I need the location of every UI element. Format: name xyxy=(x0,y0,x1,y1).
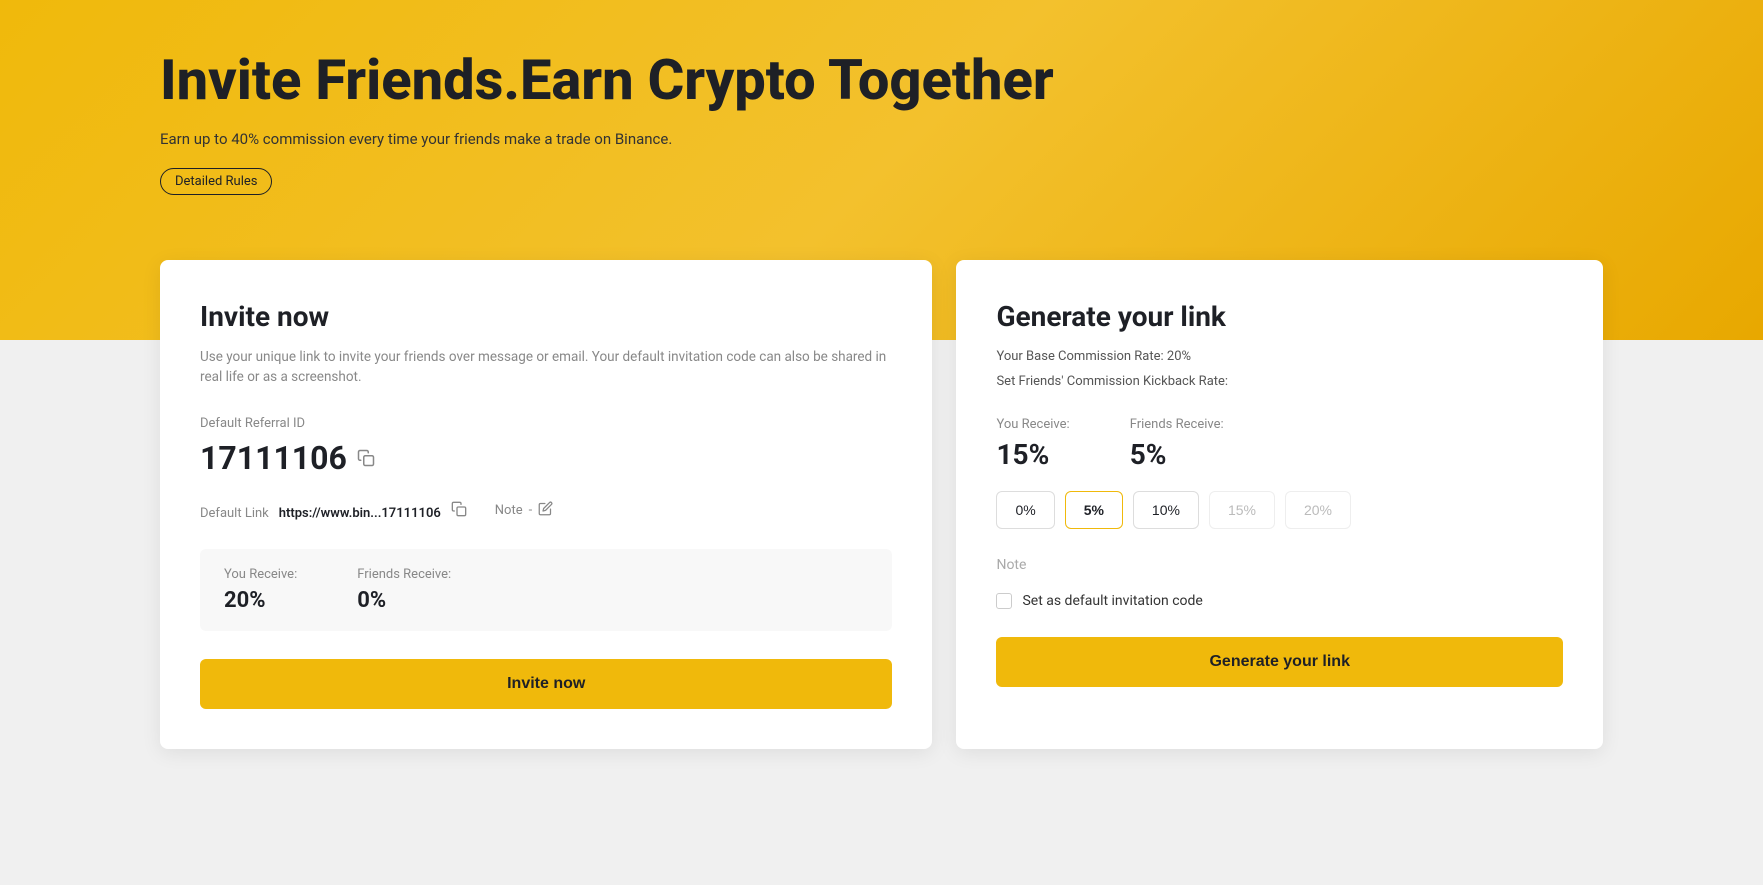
generate-link-button[interactable]: Generate your link xyxy=(996,637,1563,687)
hero-subtitle: Earn up to 40% commission every time you… xyxy=(160,130,1603,148)
default-code-row: Set as default invitation code xyxy=(996,593,1563,609)
friends-receive-label: Friends Receive: xyxy=(357,567,451,582)
hero-title: Invite Friends.Earn Crypto Together xyxy=(160,50,1603,112)
receive-section: You Receive: 15% Friends Receive: 5% xyxy=(996,417,1563,471)
rate-btn-15: 15% xyxy=(1209,491,1275,529)
you-receive-col: You Receive: 20% xyxy=(224,567,297,613)
note-row: Note - xyxy=(495,501,553,520)
gen-you-receive-col: You Receive: 15% xyxy=(996,417,1069,471)
generate-card: Generate your link Your Base Commission … xyxy=(956,260,1603,749)
rate-btn-20: 20% xyxy=(1285,491,1351,529)
gen-friends-receive-label: Friends Receive: xyxy=(1130,417,1224,432)
rate-btn-5[interactable]: 5% xyxy=(1065,491,1123,529)
default-link-label: Default Link xyxy=(200,506,269,521)
commission-box: You Receive: 20% Friends Receive: 0% xyxy=(200,549,892,631)
invite-now-button[interactable]: Invite now xyxy=(200,659,892,709)
detailed-rules-button[interactable]: Detailed Rules xyxy=(160,168,272,195)
invite-card-title: Invite now xyxy=(200,300,892,333)
invite-card: Invite now Use your unique link to invit… xyxy=(160,260,932,749)
page-wrapper: Invite Friends.Earn Crypto Together Earn… xyxy=(0,0,1763,885)
note-label: Note xyxy=(495,503,523,518)
link-section: Default Link https://www.bin...17111106 xyxy=(200,501,467,521)
default-link-value: https://www.bin...17111106 xyxy=(279,506,441,521)
link-row: Default Link https://www.bin...17111106 … xyxy=(200,501,892,521)
rate-buttons-group: 0% 5% 10% 15% 20% xyxy=(996,491,1563,529)
link-copy-icon[interactable] xyxy=(451,505,467,521)
note-section-label: Note xyxy=(996,557,1563,573)
default-referral-id-label: Default Referral ID xyxy=(200,416,892,431)
note-edit-icon[interactable] xyxy=(538,501,553,520)
cards-section: Invite now Use your unique link to invit… xyxy=(0,260,1763,749)
default-code-checkbox[interactable] xyxy=(996,593,1012,609)
gen-friends-receive-col: Friends Receive: 5% xyxy=(1130,417,1224,471)
friends-receive-value: 0% xyxy=(357,588,451,613)
note-separator: - xyxy=(529,503,533,518)
you-receive-value: 20% xyxy=(224,588,297,613)
referral-id-copy-icon[interactable] xyxy=(357,449,375,467)
friends-receive-col: Friends Receive: 0% xyxy=(357,567,451,613)
gen-friends-receive-value: 5% xyxy=(1130,438,1224,471)
referral-id-value: 17111106 xyxy=(200,439,347,477)
gen-you-receive-label: You Receive: xyxy=(996,417,1069,432)
base-commission-line2: Set Friends' Commission Kickback Rate: xyxy=(996,372,1563,393)
default-code-label: Set as default invitation code xyxy=(1022,593,1202,609)
rate-btn-0[interactable]: 0% xyxy=(996,491,1054,529)
you-receive-label: You Receive: xyxy=(224,567,297,582)
base-commission-line1: Your Base Commission Rate: 20% xyxy=(996,347,1563,368)
rate-btn-10[interactable]: 10% xyxy=(1133,491,1199,529)
referral-id-row: 17111106 xyxy=(200,439,892,477)
invite-card-description: Use your unique link to invite your frie… xyxy=(200,347,892,388)
generate-card-title: Generate your link xyxy=(996,300,1563,333)
gen-you-receive-value: 15% xyxy=(996,438,1069,471)
